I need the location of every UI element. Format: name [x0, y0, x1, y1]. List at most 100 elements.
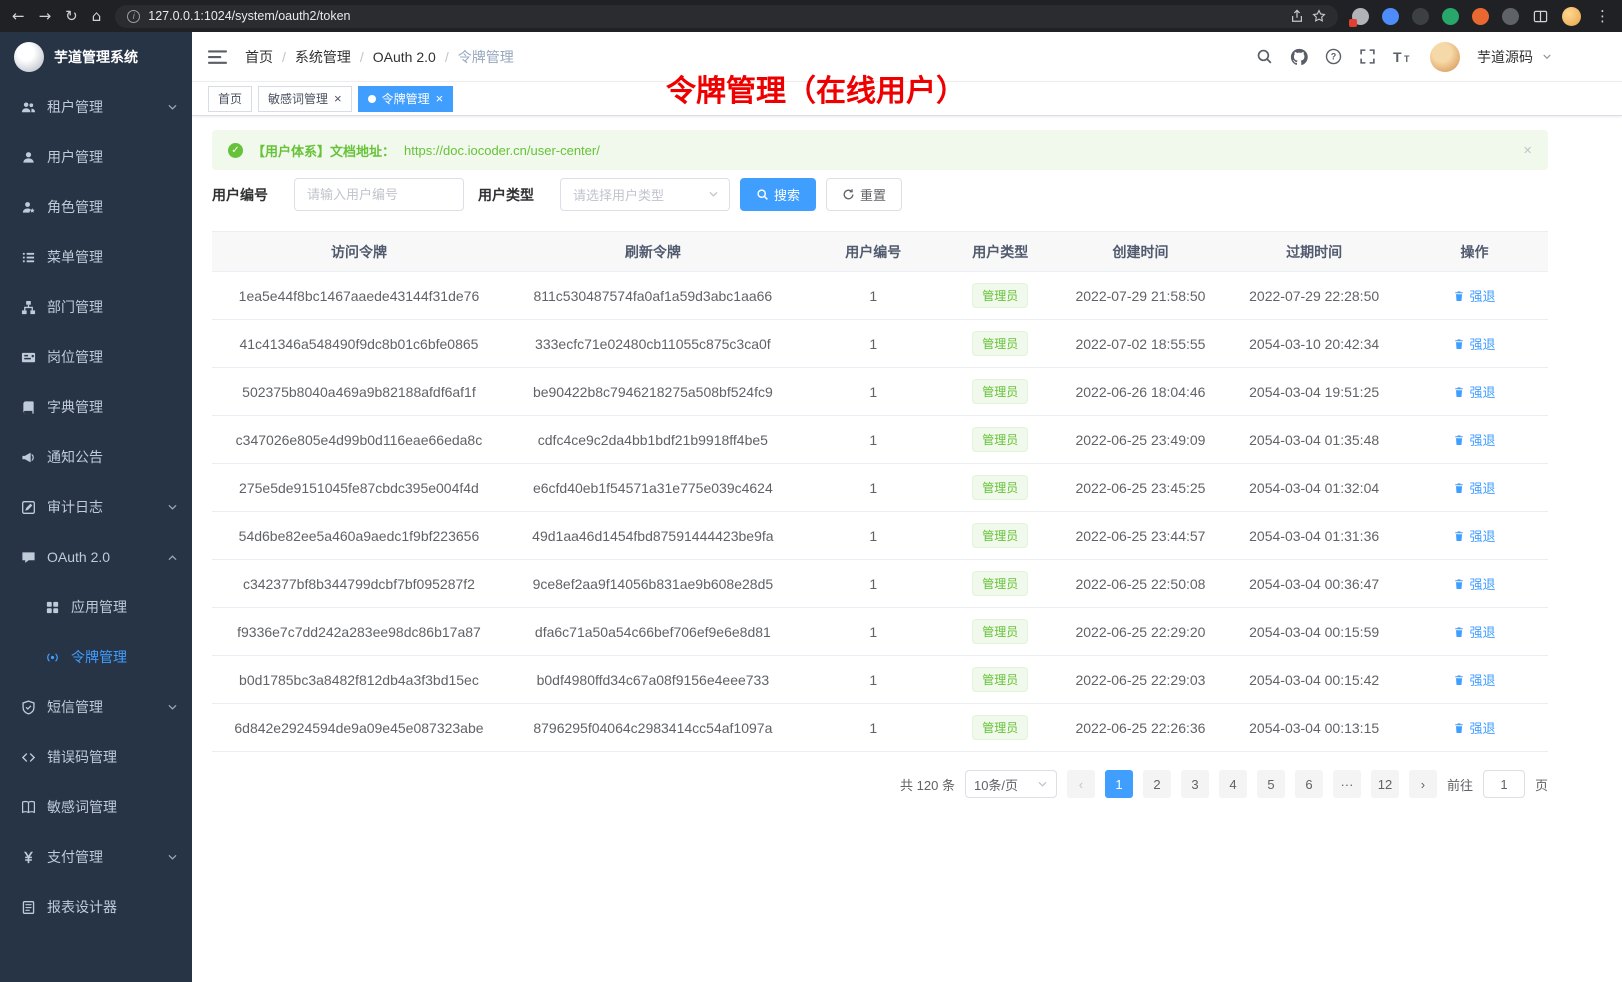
- sidebar-item-dict[interactable]: 字典管理: [0, 382, 192, 432]
- fullscreen-icon[interactable]: [1359, 48, 1376, 65]
- sidebar-item-oauth2[interactable]: OAuth 2.0: [0, 532, 192, 582]
- github-icon[interactable]: [1290, 48, 1308, 66]
- page-button-6[interactable]: 6: [1295, 770, 1323, 798]
- page-info-icon[interactable]: i: [127, 10, 140, 23]
- tab-sensitive-word[interactable]: 敏感词管理 ×: [258, 86, 352, 112]
- prev-page-button[interactable]: ‹: [1067, 770, 1095, 798]
- browser-address-bar[interactable]: i 127.0.0.1:1024/system/oauth2/token: [115, 5, 1338, 28]
- user-id-input[interactable]: [294, 178, 464, 211]
- browser-menu-icon[interactable]: ⋮: [1595, 9, 1610, 24]
- tab-label: 令牌管理: [382, 90, 430, 107]
- sidebar-item-oauth2-app[interactable]: 应用管理: [0, 582, 192, 632]
- extension-icon[interactable]: [1352, 8, 1369, 25]
- search-icon[interactable]: [1256, 48, 1273, 65]
- page-size-value: 10条/页: [974, 775, 1018, 794]
- sidebar-item-audit-log[interactable]: 审计日志: [0, 482, 192, 532]
- user-avatar[interactable]: [1430, 42, 1460, 72]
- force-logout-button[interactable]: 强退: [1453, 670, 1495, 689]
- browser-home-icon[interactable]: ⌂: [92, 9, 102, 24]
- extension-icon[interactable]: [1412, 8, 1429, 25]
- page-ellipsis[interactable]: ···: [1333, 770, 1361, 798]
- force-logout-button[interactable]: 强退: [1453, 382, 1495, 401]
- tab-close-icon[interactable]: ×: [436, 92, 444, 105]
- sidebar-item-label: 通知公告: [47, 447, 178, 467]
- user-icon: [20, 149, 36, 165]
- browser-reload-icon[interactable]: ↻: [65, 9, 78, 24]
- refresh-token-cell: 9ce8ef2aa9f14056b831ae9b608e28d5: [506, 560, 800, 608]
- browser-profile-avatar[interactable]: [1562, 7, 1581, 26]
- sidebar-item-label: 用户管理: [47, 147, 178, 167]
- extension-icon[interactable]: [1442, 8, 1459, 25]
- active-tab-dot: [368, 95, 376, 103]
- sidebar-item-user[interactable]: 用户管理: [0, 132, 192, 182]
- sidebar-item-post[interactable]: 岗位管理: [0, 332, 192, 382]
- breadcrumb-item-3[interactable]: 令牌管理: [458, 47, 514, 67]
- tab-home[interactable]: 首页: [208, 86, 252, 112]
- breadcrumb-item-0[interactable]: 首页: [245, 47, 273, 67]
- browser-forward-icon[interactable]: →: [39, 9, 52, 24]
- page-button-2[interactable]: 2: [1143, 770, 1171, 798]
- alert-close-icon[interactable]: ×: [1523, 142, 1532, 159]
- sidebar: 芋道管理系统 租户管理 用户管理 角色管理 菜单管理 部门管理 岗位管理: [0, 32, 192, 982]
- sidebar-item-menu[interactable]: 菜单管理: [0, 232, 192, 282]
- force-logout-label: 强退: [1469, 718, 1495, 737]
- force-logout-button[interactable]: 强退: [1453, 718, 1495, 737]
- extension-icon[interactable]: [1382, 8, 1399, 25]
- role-icon: [20, 199, 36, 215]
- sidebar-item-pay[interactable]: 支付管理: [0, 832, 192, 882]
- pagination: 共 120 条 10条/页 ‹ 123456···12 › 前往 页: [212, 770, 1548, 798]
- force-logout-label: 强退: [1469, 286, 1495, 305]
- reset-button[interactable]: 重置: [826, 178, 902, 211]
- sidebar-item-oauth2-token[interactable]: 令牌管理: [0, 632, 192, 682]
- page-button-3[interactable]: 3: [1181, 770, 1209, 798]
- breadcrumb-item-2[interactable]: OAuth 2.0: [373, 49, 436, 65]
- breadcrumb-item-1[interactable]: 系统管理: [295, 47, 351, 67]
- sidebar-item-error-code[interactable]: 错误码管理: [0, 732, 192, 782]
- user-type-cell: 管理员: [947, 560, 1054, 608]
- extension-icon[interactable]: [1472, 8, 1489, 25]
- goto-label: 前往: [1447, 775, 1473, 794]
- action-cell: 强退: [1401, 608, 1548, 656]
- refresh-token-cell: e6cfd40eb1f54571a31e775e039c4624: [506, 464, 800, 512]
- share-icon[interactable]: [1290, 9, 1304, 23]
- force-logout-button[interactable]: 强退: [1453, 286, 1495, 305]
- force-logout-button[interactable]: 强退: [1453, 334, 1495, 353]
- goto-page-input[interactable]: [1483, 770, 1525, 798]
- page-button-12[interactable]: 12: [1371, 770, 1399, 798]
- sidebar-item-role[interactable]: 角色管理: [0, 182, 192, 232]
- force-logout-button[interactable]: 强退: [1453, 478, 1495, 497]
- tab-oauth2-token[interactable]: 令牌管理 ×: [358, 86, 454, 112]
- bookmark-star-icon[interactable]: [1312, 9, 1326, 23]
- tab-label: 首页: [218, 90, 242, 107]
- user-type-select[interactable]: 请选择用户类型: [560, 178, 730, 211]
- help-icon[interactable]: ?: [1325, 48, 1342, 65]
- user-name[interactable]: 芋道源码: [1477, 47, 1533, 67]
- app-logo[interactable]: 芋道管理系统: [0, 32, 192, 82]
- page-button-1[interactable]: 1: [1105, 770, 1133, 798]
- tab-close-icon[interactable]: ×: [334, 92, 342, 105]
- page-button-5[interactable]: 5: [1257, 770, 1285, 798]
- page-size-select[interactable]: 10条/页: [965, 770, 1057, 798]
- tab-split-icon[interactable]: [1533, 9, 1548, 24]
- browser-back-icon[interactable]: ←: [12, 9, 25, 24]
- breadcrumb-separator: /: [445, 49, 449, 65]
- hamburger-icon[interactable]: [208, 49, 227, 65]
- sidebar-item-sensitive-word[interactable]: 敏感词管理: [0, 782, 192, 832]
- user-type-tag: 管理员: [972, 379, 1028, 404]
- page-button-4[interactable]: 4: [1219, 770, 1247, 798]
- force-logout-button[interactable]: 强退: [1453, 622, 1495, 641]
- search-button[interactable]: 搜索: [740, 178, 816, 211]
- force-logout-button[interactable]: 强退: [1453, 430, 1495, 449]
- sidebar-item-dept[interactable]: 部门管理: [0, 282, 192, 332]
- extension-icon[interactable]: [1502, 8, 1519, 25]
- font-size-icon[interactable]: TT: [1393, 49, 1413, 65]
- force-logout-button[interactable]: 强退: [1453, 574, 1495, 593]
- sidebar-item-report[interactable]: 报表设计器: [0, 882, 192, 932]
- access-token-cell: b0d1785bc3a8482f812db4a3f3bd15ec: [212, 656, 506, 704]
- force-logout-button[interactable]: 强退: [1453, 526, 1495, 545]
- next-page-button[interactable]: ›: [1409, 770, 1437, 798]
- doc-link[interactable]: https://doc.iocoder.cn/user-center/: [404, 143, 600, 158]
- sidebar-item-notice[interactable]: 通知公告: [0, 432, 192, 482]
- sidebar-item-sms[interactable]: 短信管理: [0, 682, 192, 732]
- sidebar-item-tenant[interactable]: 租户管理: [0, 82, 192, 132]
